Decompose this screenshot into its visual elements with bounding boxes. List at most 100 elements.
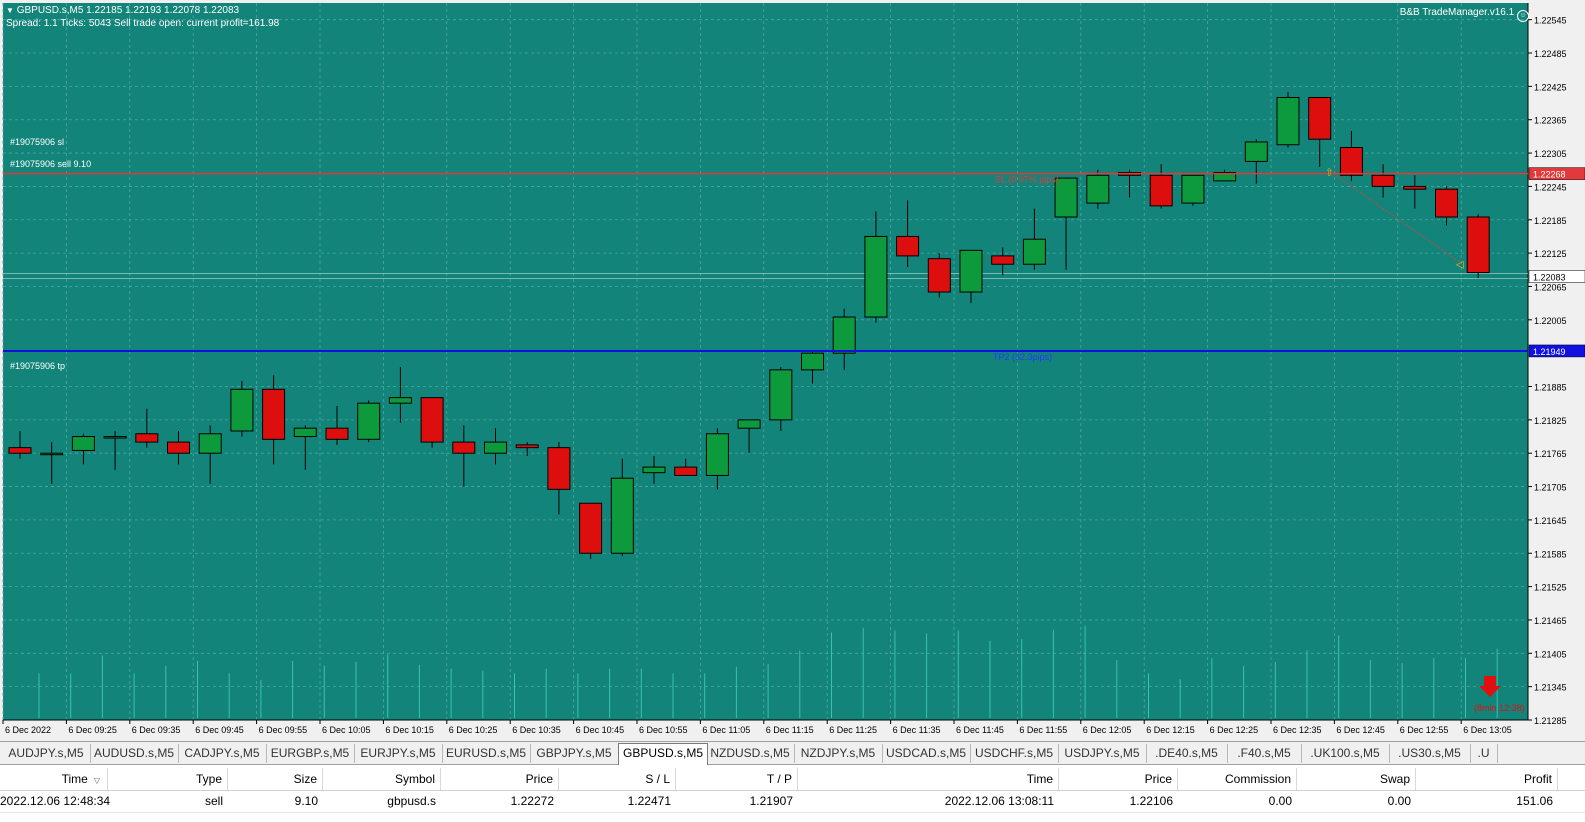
- price-axis-label: 1.21645: [1534, 516, 1567, 526]
- collapse-triangle-icon[interactable]: ▼: [6, 6, 14, 15]
- tab-gbpusd-s-m5[interactable]: GBPUSD.s,M5: [618, 743, 708, 765]
- sl-price-marker: 1.22268: [1533, 170, 1566, 180]
- candle-body: [832, 316, 856, 354]
- tab-eurgbp-s-m5[interactable]: EURGBP.s,M5: [266, 744, 355, 763]
- tab-usdjpy-s-m5[interactable]: USDJPY.s,M5: [1058, 744, 1147, 763]
- candle-body: [484, 441, 507, 454]
- time-axis-label: 6 Dec 09:35: [132, 725, 181, 735]
- tab-audjpy-s-m5[interactable]: AUDJPY.s,M5: [2, 744, 91, 763]
- column-header-label: Commission: [1224, 772, 1291, 786]
- tab-audusd-s-m5[interactable]: AUDUSD.s,M5: [90, 744, 179, 763]
- column-header-type[interactable]: Type: [108, 768, 228, 790]
- candle-body: [1466, 216, 1490, 274]
- candle-body: [71, 436, 95, 451]
- expert-advisor-name: B&B TradeManager.v16.1: [1399, 7, 1515, 18]
- candle-body: [864, 235, 888, 318]
- candle-body: [293, 427, 317, 438]
- candle-body: [896, 235, 920, 257]
- tab-gbpjpy-s-m5[interactable]: GBPJPY.s,M5: [530, 744, 619, 763]
- time-axis-label: 6 Dec 12:15: [1146, 725, 1195, 735]
- time-axis-label: 6 Dec 10:25: [449, 725, 498, 735]
- column-header-profit[interactable]: Profit: [1416, 768, 1558, 790]
- price-axis-label: 1.21765: [1534, 449, 1567, 459]
- column-header-s-l[interactable]: S / L: [559, 768, 676, 790]
- tab-usdcad-s-m5[interactable]: USDCAD.s,M5: [882, 744, 971, 763]
- price-axis-label: 1.22065: [1534, 282, 1567, 292]
- tab-eurjpy-s-m5[interactable]: EURJPY.s,M5: [354, 744, 443, 763]
- tab-nzdusd-s-m5[interactable]: NZDUSD.s,M5: [706, 744, 795, 763]
- candle-body: [8, 447, 32, 454]
- column-header-price[interactable]: Price: [441, 768, 559, 790]
- column-header-swap[interactable]: Swap: [1297, 768, 1416, 790]
- cell-type: sell: [204, 794, 223, 808]
- close-arrow-icon: ◁: [1456, 260, 1464, 271]
- expert-advisor-badge[interactable]: B&B TradeManager.v16.1 ☺: [1400, 7, 1529, 22]
- tab-nzdjpy-s-m5[interactable]: NZDJPY.s,M5: [794, 744, 883, 763]
- column-header-price[interactable]: Price: [1059, 768, 1178, 790]
- candle-body: [1435, 188, 1458, 218]
- candle-body: [705, 433, 729, 476]
- tp-price-marker: 1.21949: [1533, 347, 1566, 357]
- price-axis-label: 1.22305: [1534, 149, 1567, 159]
- column-header-time[interactable]: Time ▽: [0, 768, 108, 790]
- column-header-label: Type: [195, 772, 222, 786]
- candle-body: [642, 466, 666, 474]
- time-axis-label: 6 Dec 11:55: [1019, 725, 1067, 735]
- candle-timer-text: (8min 12:38): [1474, 703, 1525, 713]
- time-axis-label: 6 Dec 12:55: [1400, 725, 1449, 735]
- column-header-label: S / L: [645, 772, 670, 786]
- candle-body: [959, 249, 983, 293]
- price-axis-label: 1.22485: [1534, 49, 1567, 59]
- chart-area[interactable]: 1.22545 1.22485 1.22425 1.22365 1.22305 1.222…: [0, 0, 1585, 741]
- symbol-tab-bar: AUDJPY.s,M5 AUDUSD.s,M5 CADJPY.s,M5 EURGBP.…: [0, 741, 1585, 765]
- tab-de40-s-m5[interactable]: .DE40.s,M5: [1146, 744, 1228, 763]
- time-axis-label: 6 Dec 10:45: [576, 725, 625, 735]
- time-axis-label: 6 Dec 09:25: [68, 725, 117, 735]
- candle-body: [1371, 174, 1395, 187]
- time-axis-label: 6 Dec 10:15: [385, 725, 434, 735]
- time-axis-label: 6 Dec 11:05: [702, 725, 750, 735]
- tab-usdchf-s-m5[interactable]: USDCHF.s,M5: [970, 744, 1059, 763]
- price-axis-label: 1.21405: [1534, 649, 1567, 659]
- price-axis-label: 1.21705: [1534, 483, 1567, 493]
- cell-time: 2022.12.06 12:48:34: [0, 794, 111, 808]
- candle-body: [674, 466, 698, 476]
- time-axis-label: 6 Dec 11:45: [956, 725, 1004, 735]
- sort-desc-icon[interactable]: ▽: [94, 776, 100, 785]
- tab-uk100-s-m5[interactable]: .UK100.s,M5: [1301, 744, 1390, 763]
- column-header-size[interactable]: Size: [228, 768, 323, 790]
- column-header-symbol[interactable]: Symbol: [323, 768, 441, 790]
- tab-us30-s-m5[interactable]: .US30.s,M5: [1389, 744, 1471, 763]
- candle-body: [769, 369, 793, 421]
- cell-price: 1.22272: [510, 794, 554, 808]
- entry-arrow-icon: ⇧: [1325, 167, 1333, 178]
- cell-swap: 0.00: [1387, 794, 1411, 808]
- time-axis-label: 6 Dec 10:55: [639, 725, 688, 735]
- tab-u[interactable]: .U: [1470, 744, 1498, 763]
- time-axis-label: 6 Dec 11:15: [766, 725, 814, 735]
- time-axis-label: 6 Dec 12:25: [1210, 725, 1259, 735]
- column-header-commission[interactable]: Commission: [1178, 768, 1297, 790]
- table-row[interactable]: 2022.12.06 12:48:34 sell 9.10 gbpusd.s 1.222…: [0, 791, 1585, 813]
- column-header-t-p[interactable]: T / P: [676, 768, 798, 790]
- candle-body: [388, 397, 412, 404]
- column-header-label: Symbol: [394, 772, 435, 786]
- candle-body: [547, 447, 571, 490]
- candle-body: [230, 388, 254, 432]
- column-header-label: Time: [61, 772, 88, 786]
- tab-cadjpy-s-m5[interactable]: CADJPY.s,M5: [178, 744, 267, 763]
- candle-body: [103, 436, 127, 439]
- tab-eurusd-s-m5[interactable]: EURUSD.s,M5: [442, 744, 531, 763]
- candle-body: [452, 441, 476, 454]
- candle-body: [262, 388, 286, 440]
- price-axis-label: 1.21465: [1534, 616, 1567, 626]
- time-axis-label: 6 Dec 12:05: [1083, 725, 1132, 735]
- column-header-label: T / P: [766, 772, 792, 786]
- column-header-time[interactable]: Time: [798, 768, 1059, 790]
- candle-body: [927, 258, 951, 293]
- tab-f40-s-m5[interactable]: .F40.s,M5: [1227, 744, 1302, 763]
- price-chart[interactable]: 1.22545 1.22485 1.22425 1.22365 1.22305 1.222…: [0, 0, 1585, 741]
- trade-entry-label: #19075906 sell 9.10: [10, 159, 92, 169]
- stop-loss-line-text: SL (0.97% pips): [995, 175, 1059, 185]
- column-header-label: Time: [1026, 772, 1053, 786]
